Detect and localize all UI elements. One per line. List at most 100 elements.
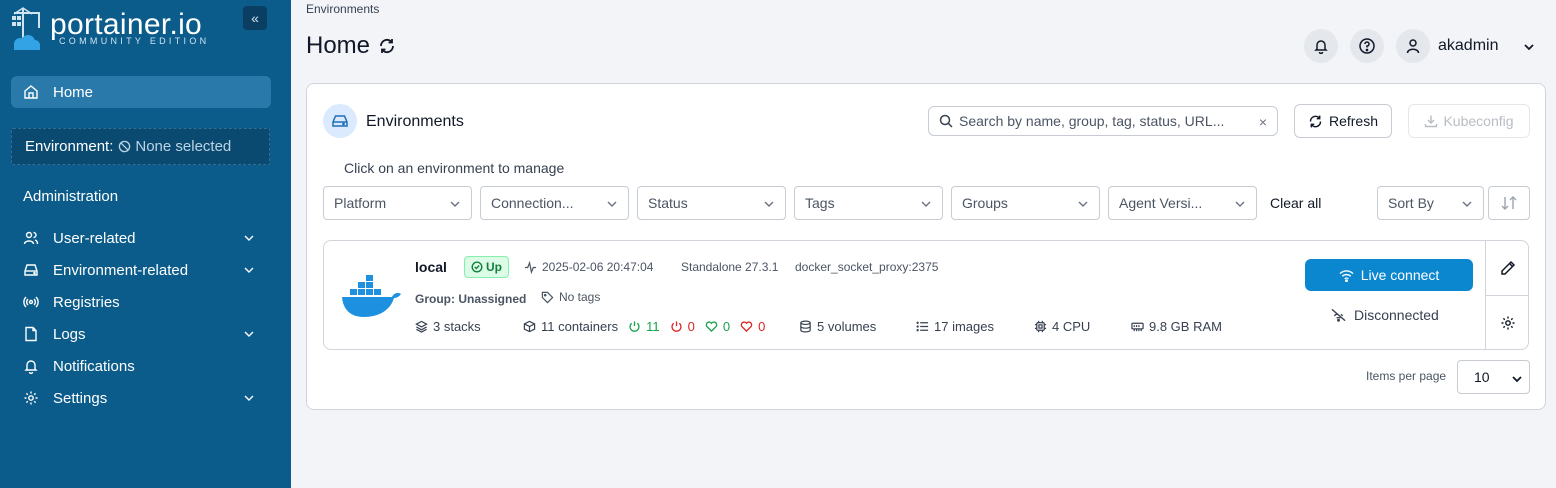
sidebar: portainer.io COMMUNITY EDITION « Home En…	[0, 0, 291, 488]
clear-search-icon[interactable]: ×	[1259, 114, 1267, 130]
gear-icon	[1501, 316, 1514, 329]
filter-groups[interactable]: Groups	[951, 186, 1100, 220]
collapse-sidebar-button[interactable]: «	[243, 6, 267, 30]
stacks-text: 3 stacks	[433, 319, 481, 334]
live-connect-button[interactable]: Live connect	[1305, 259, 1473, 291]
filter-label: Status	[648, 195, 688, 211]
environments-hint: Click on an environment to manage	[344, 160, 565, 176]
environments-header-icon-wrap	[323, 104, 357, 138]
username[interactable]: akadmin	[1438, 37, 1498, 55]
filter-status[interactable]: Status	[637, 186, 786, 220]
pencil-icon	[1500, 260, 1515, 275]
kubeconfig-button[interactable]: Kubeconfig	[1408, 104, 1530, 138]
stat-stacks: 3 stacks	[415, 319, 481, 334]
help-circle-icon	[1359, 38, 1375, 54]
bell-icon	[24, 360, 38, 374]
refresh-icon	[1309, 115, 1322, 127]
sidebar-item-label: Logs	[53, 325, 86, 343]
sidebar-item-home[interactable]: Home	[11, 76, 271, 108]
chevron-down-icon	[1462, 201, 1472, 207]
heartbeat-timestamp: 2025-02-06 20:47:04	[524, 260, 653, 274]
sidebar-item-registries[interactable]: Registries	[23, 290, 263, 314]
logo-subtitle: COMMUNITY EDITION	[59, 36, 210, 46]
power-off-icon	[671, 321, 682, 332]
bell-icon	[1314, 40, 1328, 54]
environment-settings-button[interactable]	[1486, 295, 1529, 349]
chevrons-left-icon: «	[251, 10, 259, 26]
refresh-icon[interactable]	[378, 37, 396, 55]
volumes-text: 5 volumes	[817, 319, 877, 334]
administration-heading: Administration	[23, 188, 119, 205]
connection-status-text: Disconnected	[1354, 307, 1439, 323]
chevron-down-icon	[1078, 201, 1088, 207]
filter-tags[interactable]: Tags	[794, 186, 943, 220]
search-input[interactable]	[959, 113, 1239, 129]
portainer-logo[interactable]: portainer.io COMMUNITY EDITION	[10, 6, 230, 54]
tag-icon	[541, 291, 554, 303]
clear-all-button[interactable]: Clear all	[1270, 195, 1321, 211]
user-avatar-button[interactable]	[1396, 29, 1430, 63]
images-text: 17 images	[934, 319, 994, 334]
items-per-page-value: 10	[1474, 369, 1490, 385]
sidebar-item-label: Notifications	[53, 357, 135, 375]
sidebar-item-logs[interactable]: Logs	[23, 322, 263, 346]
notifications-button[interactable]	[1304, 29, 1338, 63]
stat-ram: 9.8 GB RAM	[1131, 319, 1222, 334]
environment-type: Standalone 27.3.1	[681, 260, 779, 274]
filter-platform[interactable]: Platform	[323, 186, 472, 220]
items-per-page-select[interactable]: 10	[1457, 360, 1530, 394]
environment-group: Group: Unassigned	[415, 292, 527, 306]
environment-item-local[interactable]: local Up 2025-02-06 20:47:04 Standalone …	[323, 240, 1529, 350]
sidebar-item-settings[interactable]: Settings	[23, 386, 263, 410]
sidebar-item-label: Settings	[53, 389, 108, 407]
environment-label: Environment:	[25, 138, 114, 155]
sort-order-button[interactable]	[1488, 186, 1530, 220]
environment-name: local	[415, 259, 447, 275]
power-icon	[629, 321, 640, 332]
sort-by-label: Sort By	[1388, 195, 1434, 211]
sidebar-item-environment-related[interactable]: Environment-related	[23, 258, 263, 282]
filter-connection[interactable]: Connection...	[480, 186, 629, 220]
filter-label: Connection...	[491, 195, 574, 211]
hard-drive-icon	[332, 115, 348, 127]
chevron-down-icon	[244, 331, 254, 337]
running-text: 11	[646, 319, 660, 334]
filter-label: Tags	[805, 195, 835, 211]
chevron-down-icon[interactable]	[1522, 40, 1536, 54]
environments-panel: Environments × Refresh Kubeconfig Click …	[306, 83, 1546, 410]
breadcrumb[interactable]: Environments	[306, 2, 379, 16]
healthy-text: 0	[722, 319, 731, 334]
healthy-count: 0	[705, 319, 730, 334]
users-icon	[23, 231, 39, 245]
chevron-down-icon	[764, 201, 774, 207]
live-connect-label: Live connect	[1360, 267, 1440, 283]
environments-title: Environments	[366, 113, 464, 130]
page-title: Home	[306, 32, 396, 60]
help-button[interactable]	[1350, 29, 1384, 63]
filter-agent-version[interactable]: Agent Versi...	[1108, 186, 1257, 220]
sidebar-item-notifications[interactable]: Notifications	[23, 354, 263, 378]
filter-label: Agent Versi...	[1119, 195, 1203, 211]
box-icon	[523, 320, 536, 333]
sidebar-item-label: Home	[53, 83, 94, 101]
heart-crack-icon	[740, 321, 753, 333]
environment-url: docker_socket_proxy:2375	[795, 260, 939, 274]
database-icon	[800, 320, 811, 333]
download-icon	[1425, 115, 1438, 128]
stat-containers: 11 containers 11 0 0 0	[523, 319, 775, 334]
tags-text: No tags	[559, 290, 601, 304]
stopped-text: 0	[687, 319, 695, 334]
refresh-label: Refresh	[1328, 113, 1379, 129]
sidebar-item-user-related[interactable]: User-related	[23, 226, 263, 250]
chevron-down-icon	[244, 267, 254, 273]
stat-volumes: 5 volumes	[799, 319, 876, 334]
edit-environment-button[interactable]	[1486, 241, 1529, 295]
sort-by-select[interactable]: Sort By	[1377, 186, 1484, 220]
refresh-button[interactable]: Refresh	[1294, 104, 1392, 138]
heart-icon	[705, 321, 718, 333]
ban-icon	[119, 140, 131, 153]
environment-selector[interactable]: Environment: None selected	[11, 128, 270, 165]
radio-icon	[23, 296, 39, 308]
sidebar-item-label: Environment-related	[53, 261, 189, 279]
sidebar-item-label: User-related	[53, 229, 136, 247]
